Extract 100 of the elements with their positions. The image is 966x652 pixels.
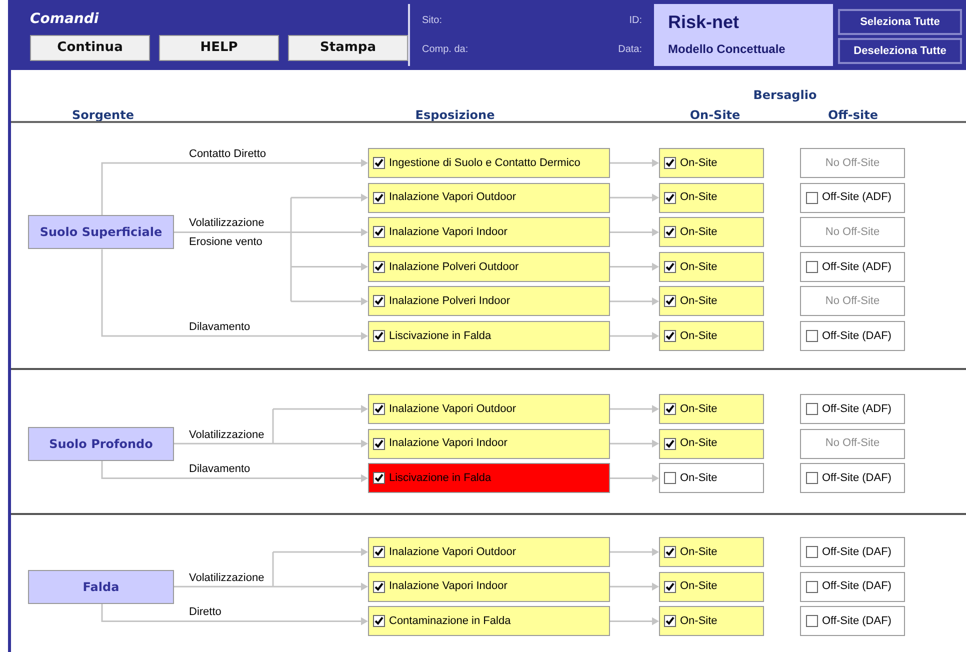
unavailable-option: No Off-Site	[800, 148, 905, 178]
arrow	[610, 405, 659, 413]
on-site-option[interactable]: On-Site	[659, 321, 764, 351]
command-button[interactable]: HELP	[159, 35, 279, 61]
off-site-option[interactable]: Off-Site (DAF)	[800, 321, 905, 351]
option-label: On-Site	[680, 436, 718, 452]
pathway-label: Volatilizzazione	[189, 572, 264, 585]
checkbox[interactable]	[373, 472, 385, 484]
option-label: Off-Site (ADF)	[822, 190, 892, 206]
exposure-option[interactable]: Ingestione di Suolo e Contatto Dermico	[368, 148, 610, 178]
checkbox[interactable]	[806, 615, 818, 628]
option-label: Inalazione Vapori Indoor	[389, 224, 508, 240]
off-site-option[interactable]: Off-Site (DAF)	[800, 572, 905, 602]
option-label: On-Site	[680, 224, 718, 240]
checkbox[interactable]	[373, 192, 385, 204]
selection-button[interactable]: Deseleziona Tutte	[838, 38, 962, 64]
exposure-option[interactable]: Inalazione Vapori Indoor	[368, 428, 610, 459]
checkbox[interactable]	[806, 260, 818, 273]
checkbox[interactable]	[664, 438, 676, 450]
selection-button[interactable]: Seleziona Tutte	[838, 9, 962, 35]
checkbox[interactable]	[373, 580, 385, 593]
checkbox[interactable]	[806, 472, 818, 484]
on-site-option[interactable]: On-Site	[659, 217, 764, 248]
column-header: Bersaglio	[753, 87, 817, 104]
arrow	[610, 228, 659, 236]
unavailable-option: No Off-Site	[800, 217, 905, 248]
on-site-option[interactable]: On-Site	[659, 428, 764, 459]
option-label: On-Site	[680, 402, 718, 417]
option-label: On-Site	[680, 544, 718, 560]
checkbox[interactable]	[664, 295, 676, 308]
exposure-option[interactable]: Inalazione Vapori Indoor	[368, 572, 610, 602]
checkbox[interactable]	[664, 260, 676, 273]
off-site-option[interactable]: Off-Site (DAF)	[800, 606, 905, 636]
on-site-option[interactable]: On-Site	[659, 606, 764, 636]
pathway-label: Diretto	[189, 606, 222, 620]
checkbox[interactable]	[664, 615, 676, 628]
on-site-option[interactable]: On-Site	[659, 394, 764, 424]
option-label: Inalazione Vapori Outdoor	[389, 544, 516, 560]
on-site-option[interactable]: On-Site	[659, 182, 764, 213]
checkbox[interactable]	[806, 330, 818, 342]
checkbox[interactable]	[806, 192, 818, 204]
arrow	[610, 297, 659, 306]
off-site-option[interactable]: Off-Site (DAF)	[800, 463, 905, 494]
on-site-option[interactable]: On-Site	[659, 148, 764, 178]
exposure-option[interactable]: Inalazione Vapori Outdoor	[368, 394, 610, 424]
on-site-option[interactable]: On-Site	[659, 252, 764, 282]
off-site-option[interactable]: Off-Site (DAF)	[800, 537, 905, 567]
arrow	[610, 474, 659, 482]
arrow	[610, 617, 659, 626]
source-box: Suolo Profondo	[28, 426, 174, 461]
exposure-option[interactable]: Liscivazione in Falda	[368, 463, 610, 494]
exposure-option[interactable]: Inalazione Vapori Outdoor	[368, 537, 610, 567]
checkbox[interactable]	[664, 226, 676, 238]
source-box: Suolo Superficiale	[28, 215, 174, 250]
on-site-option[interactable]: On-Site	[659, 286, 764, 316]
option-label: On-Site	[680, 328, 718, 344]
on-site-option[interactable]: On-Site	[659, 572, 764, 602]
checkbox[interactable]	[664, 330, 676, 342]
field-label: Sito:	[422, 14, 442, 28]
off-site-option[interactable]: Off-Site (ADF)	[800, 252, 905, 282]
checkbox[interactable]	[664, 157, 676, 169]
checkbox[interactable]	[373, 157, 385, 169]
checkbox[interactable]	[373, 226, 385, 238]
option-label: Inalazione Polveri Indoor	[389, 294, 510, 310]
exposure-option[interactable]: Inalazione Polveri Indoor	[368, 286, 610, 316]
exposure-option[interactable]: Contaminazione in Falda	[368, 606, 610, 636]
checkbox[interactable]	[806, 403, 818, 415]
option-label: On-Site	[680, 156, 718, 171]
checkbox[interactable]	[373, 260, 385, 273]
on-site-option[interactable]: On-Site	[659, 537, 764, 567]
checkbox[interactable]	[373, 615, 385, 628]
exposure-option[interactable]: Inalazione Polveri Outdoor	[368, 252, 610, 282]
column-header: Esposizione	[415, 107, 495, 124]
checkbox[interactable]	[664, 403, 676, 415]
pathway-label: Volatilizzazione	[189, 217, 264, 230]
option-label: On-Site	[680, 579, 718, 594]
checkbox[interactable]	[806, 580, 818, 593]
checkbox[interactable]	[373, 403, 385, 415]
exposure-option[interactable]: Inalazione Vapori Indoor	[368, 217, 610, 248]
exposure-option[interactable]: Liscivazione in Falda	[368, 321, 610, 351]
checkbox[interactable]	[664, 580, 676, 593]
checkbox[interactable]	[806, 546, 818, 558]
checkbox[interactable]	[373, 546, 385, 558]
off-site-option[interactable]: Off-Site (ADF)	[800, 394, 905, 424]
checkbox[interactable]	[373, 438, 385, 450]
command-button[interactable]: Stampa	[288, 35, 408, 61]
checkbox[interactable]	[664, 546, 676, 558]
option-label: Off-Site (DAF)	[822, 328, 892, 344]
command-button[interactable]: Continua	[30, 35, 150, 61]
off-site-option[interactable]: Off-Site (ADF)	[800, 182, 905, 213]
checkbox[interactable]	[373, 295, 385, 308]
pathway-label: Contatto Diretto	[189, 148, 266, 161]
checkbox[interactable]	[664, 192, 676, 204]
column-header: Sorgente	[72, 107, 134, 124]
on-site-option[interactable]: On-Site	[659, 463, 764, 494]
checkbox[interactable]	[373, 330, 385, 342]
column-header: On-Site	[690, 107, 740, 124]
checkbox[interactable]	[664, 472, 676, 484]
exposure-option[interactable]: Inalazione Vapori Outdoor	[368, 182, 610, 213]
arrow	[610, 548, 659, 556]
